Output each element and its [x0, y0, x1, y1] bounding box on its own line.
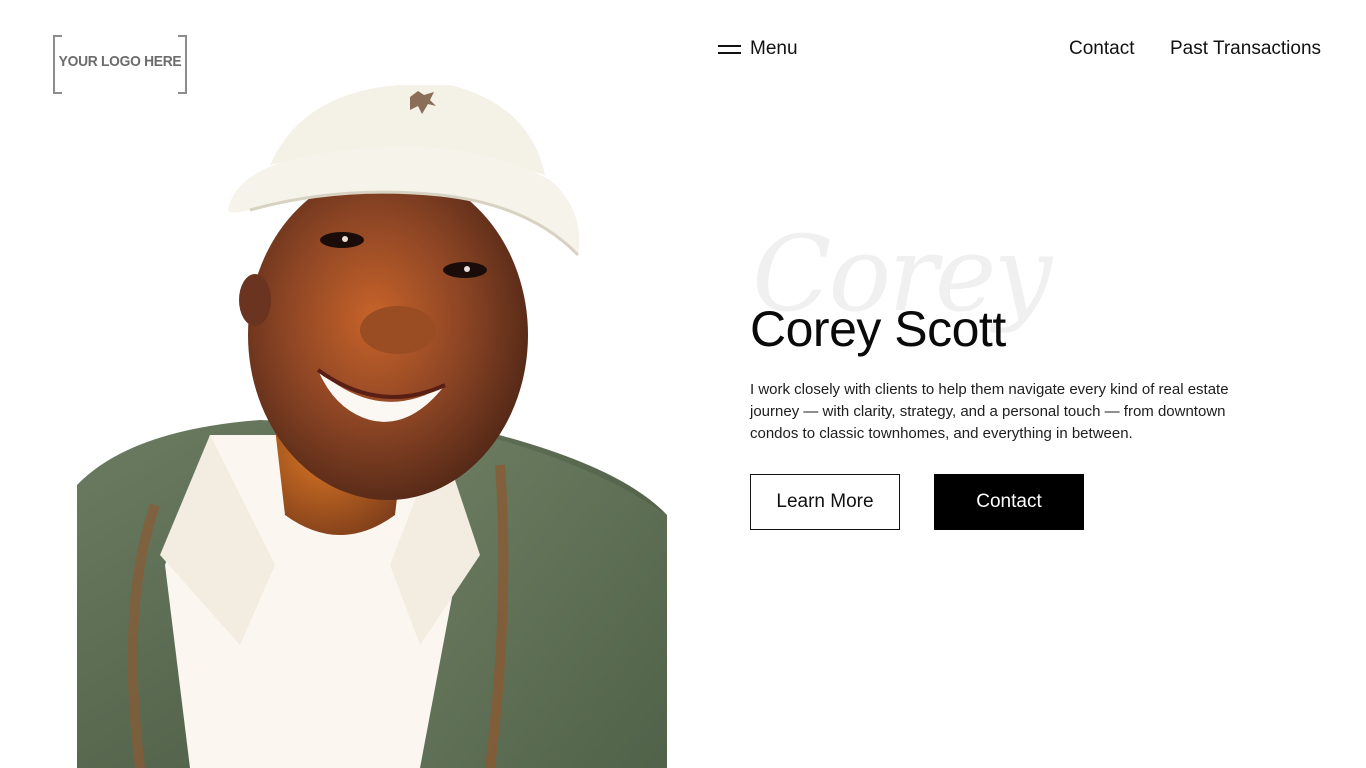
nav-link-contact[interactable]: Contact	[1069, 37, 1134, 61]
learn-more-button[interactable]: Learn More	[750, 474, 900, 530]
menu-button[interactable]: Menu	[718, 37, 798, 61]
menu-label: Menu	[750, 38, 798, 59]
agent-name: Corey Scott	[750, 301, 1006, 357]
agent-portrait	[77, 85, 667, 768]
hamburger-icon	[718, 44, 741, 54]
contact-button[interactable]: Contact	[934, 474, 1084, 530]
agent-bio: I work closely with clients to help them…	[750, 381, 1229, 442]
logo-text: YOUR LOGO HERE	[58, 53, 182, 70]
nav-link-past-transactions[interactable]: Past Transactions	[1170, 37, 1321, 61]
